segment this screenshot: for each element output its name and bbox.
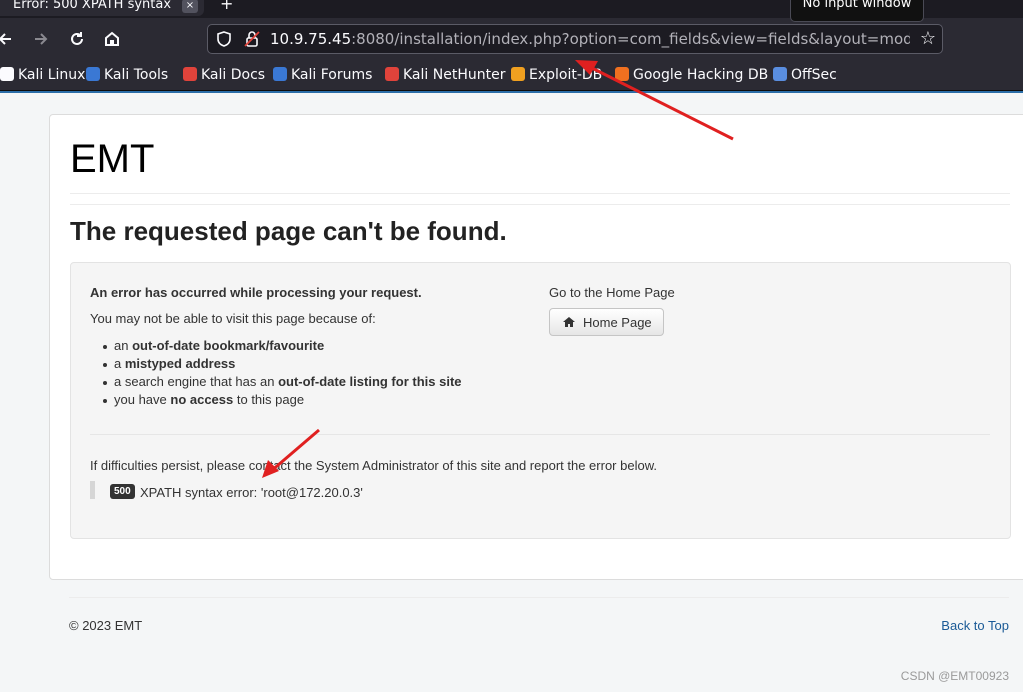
bookmark-label: OffSec <box>791 67 837 83</box>
error-reason-item: a mistyped address <box>114 356 235 371</box>
url-text[interactable]: 10.9.75.45:8080/installation/index.php?o… <box>270 25 910 53</box>
home-icon <box>105 31 119 46</box>
list-bullet <box>103 345 107 349</box>
list-bullet <box>103 399 107 403</box>
reload-icon <box>71 32 83 45</box>
kali-dragon-icon <box>0 67 14 81</box>
watermark: CSDN @EMT00923 <box>900 669 1009 683</box>
navigation-toolbar: 10.9.75.45:8080/installation/index.php?o… <box>0 18 1023 60</box>
reason-bold-text: mistyped address <box>124 356 236 371</box>
reason-pre-text: a <box>114 356 125 371</box>
url-host: 10.9.75.45 <box>270 30 352 48</box>
forward-arrow-icon <box>35 33 48 45</box>
insecure-lock-icon[interactable] <box>243 30 261 48</box>
bookmark-label: Kali Docs <box>201 67 266 83</box>
home-page-button-label: Home Page <box>583 315 652 330</box>
active-tab[interactable]: Error: 500 XPATH syntax × <box>0 0 204 16</box>
reason-bold-text: out-of-date bookmark/favourite <box>132 338 325 353</box>
browser-chrome: Error: 500 XPATH syntax × + 10.9.75.45:8… <box>0 0 1023 93</box>
forward-button[interactable] <box>28 26 54 52</box>
kali-forums-icon <box>273 67 287 81</box>
error-reason-lead: You may not be able to visit this page b… <box>90 311 376 326</box>
bookmark-item[interactable]: OffSec <box>773 66 837 84</box>
persist-message: If difficulties persist, please contact … <box>90 458 657 473</box>
error-code-badge: 500 <box>110 484 135 499</box>
list-bullet <box>103 381 107 385</box>
reason-pre-text: you have <box>114 392 171 407</box>
tooltip: No input window <box>790 0 924 22</box>
list-bullet <box>103 363 107 367</box>
bookmark-item[interactable]: Kali Tools <box>86 66 168 84</box>
bookmark-item[interactable]: Kali Forums <box>273 66 372 84</box>
url-path: :8080/installation/index.php?option=com_… <box>351 30 910 48</box>
page-accent-line <box>0 91 1023 93</box>
bookmark-label: Kali Forums <box>291 67 373 83</box>
error-quote-bar <box>90 481 95 499</box>
reason-pre-text: a search engine that has an <box>114 374 279 389</box>
bookmark-item[interactable]: Google Hacking DB <box>615 66 768 84</box>
reason-bold-text: no access <box>170 392 234 407</box>
home-prompt: Go to the Home Page <box>549 285 675 300</box>
error-reason-item: you have no access to this page <box>114 392 304 407</box>
bookmark-label: Exploit-DB <box>529 67 603 83</box>
footer-divider <box>69 597 1009 598</box>
bookmark-item[interactable]: Exploit-DB <box>511 66 602 84</box>
back-arrow-icon <box>0 33 11 45</box>
exploit-db-icon <box>511 67 525 81</box>
home-icon <box>563 317 575 327</box>
error-reason-item: an out-of-date bookmark/favourite <box>114 338 324 353</box>
new-tab-button[interactable]: + <box>220 0 233 13</box>
back-to-top-link[interactable]: Back to Top <box>941 618 1009 633</box>
error-reason-item: a search engine that has an out-of-date … <box>114 374 462 389</box>
error-panel: An error has occurred while processing y… <box>70 262 1011 539</box>
page-container: EMT The requested page can't be found. A… <box>49 114 1023 580</box>
bookmark-star-icon[interactable]: ☆ <box>920 28 936 49</box>
home-page-button[interactable]: Home Page <box>549 308 664 336</box>
home-button[interactable] <box>99 26 125 52</box>
reload-button[interactable] <box>64 26 90 52</box>
reason-bold-text: out-of-date listing for this site <box>278 374 462 389</box>
kali-docs-icon <box>183 67 197 81</box>
url-bar[interactable]: 10.9.75.45:8080/installation/index.php?o… <box>207 24 943 54</box>
bookmark-item[interactable]: Kali Linux <box>0 66 85 84</box>
offsec-icon <box>773 67 787 81</box>
bookmark-item[interactable]: Kali NetHunter <box>385 66 505 84</box>
site-brand[interactable]: EMT <box>70 137 154 182</box>
footer-copyright: © 2023 EMT <box>69 618 143 633</box>
bookmark-item[interactable]: Kali Docs <box>183 66 265 84</box>
bookmark-label: Kali Linux <box>18 67 86 83</box>
tab-close-icon[interactable]: × <box>182 0 198 13</box>
error-message: XPATH syntax error: 'root@172.20.0.3' <box>140 485 363 500</box>
reason-post-text: to this page <box>233 392 305 407</box>
error-intro: An error has occurred while processing y… <box>90 285 422 300</box>
reason-pre-text: an <box>114 338 133 353</box>
page-title: The requested page can't be found. <box>70 216 507 246</box>
bookmark-label: Kali NetHunter <box>403 67 506 83</box>
nethunter-icon <box>385 67 399 81</box>
tooltip-text: No input window <box>802 0 912 11</box>
bookmark-label: Google Hacking DB <box>633 67 769 83</box>
bookmarks-toolbar: Kali Linux Kali Tools Kali Docs Kali Forums… <box>0 60 1023 91</box>
bookmark-label: Kali Tools <box>104 67 169 83</box>
tab-title: Error: 500 XPATH syntax <box>13 0 172 12</box>
shield-icon[interactable] <box>215 30 233 48</box>
back-button[interactable] <box>0 26 18 52</box>
panel-divider <box>90 434 990 435</box>
kali-tools-icon <box>86 67 100 81</box>
header-divider <box>70 193 1010 194</box>
header-divider-secondary <box>70 204 1010 205</box>
ghdb-icon <box>615 67 629 81</box>
